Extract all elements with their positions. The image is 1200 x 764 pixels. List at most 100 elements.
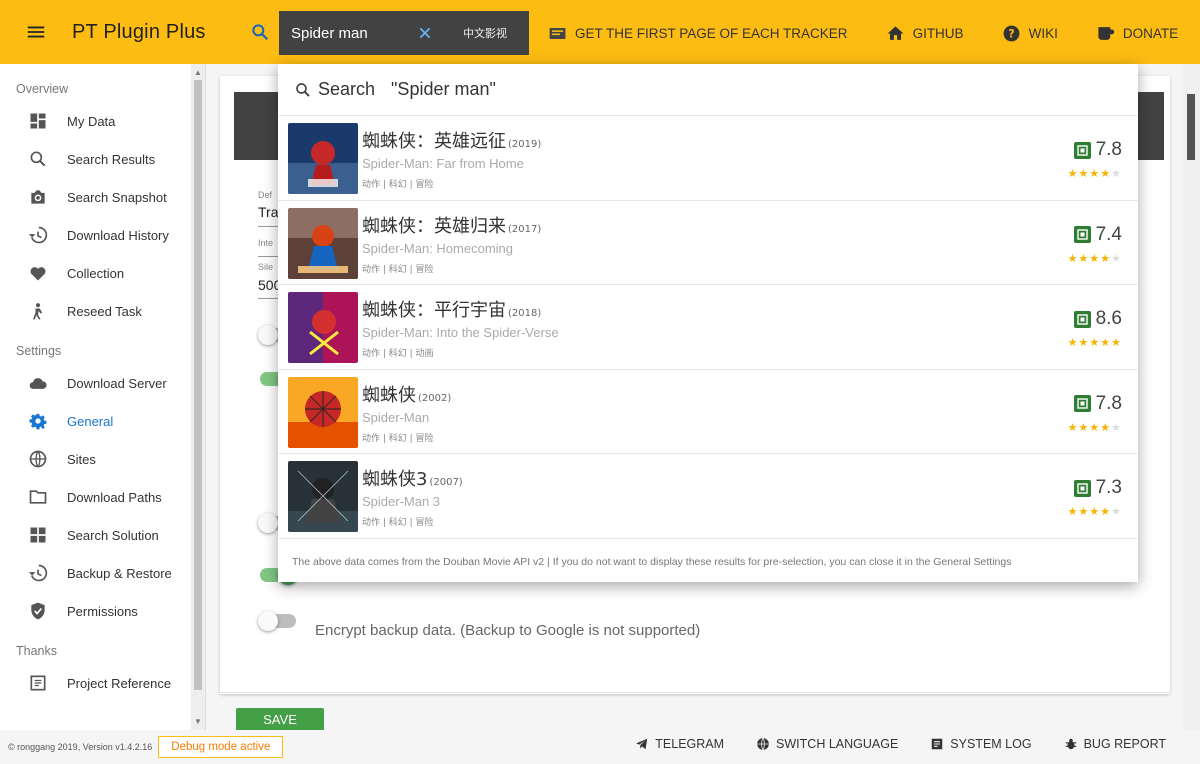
movie-suggestion-item[interactable]: 蜘蛛侠：英雄归来 (2017) Spider-Man: Homecoming 动作… [278, 201, 1138, 285]
sidebar-item-label: Download History [67, 227, 169, 243]
search-query-text: "Spider man" [391, 79, 496, 99]
star-filled-icon: ★ [1100, 506, 1112, 518]
sidebar-item-label: Collection [67, 265, 125, 281]
close-icon[interactable] [415, 23, 435, 43]
sidebar-item-reseed-task[interactable]: Reseed Task [0, 292, 205, 330]
save-button[interactable]: SAVE [236, 708, 324, 730]
nav-label: GITHUB [912, 25, 964, 41]
globe-icon [29, 450, 47, 468]
person-icon [33, 303, 43, 320]
bug-report-button[interactable]: BUG REPORT [1064, 737, 1166, 751]
app-title: PT Plugin Plus [72, 20, 206, 43]
sidebar-item-general[interactable]: General [0, 402, 205, 440]
star-filled-icon: ★ [1089, 421, 1101, 434]
rating-stars: ★★★★★ [1068, 167, 1122, 180]
movie-title: 蜘蛛侠：平行宇宙 (2018) [362, 300, 542, 321]
scrollbar-thumb[interactable] [1187, 94, 1195, 160]
sidebar-item-search-snapshot[interactable]: Search Snapshot [0, 178, 205, 216]
star-filled-icon: ★ [1100, 252, 1112, 265]
search-suggestions-dropdown: Search "Spider man" 蜘蛛侠：英雄远征 (2019) Spide… [278, 64, 1138, 582]
star-filled-icon: ★ [1067, 252, 1079, 265]
sidebar-scrollbar[interactable]: ▲ ▼ [191, 64, 205, 730]
rss-feed-icon [549, 27, 566, 39]
sidebar-item-permissions[interactable]: Permissions [0, 592, 205, 630]
rating-stars: ★★★★★ [1068, 336, 1122, 349]
star-empty-icon: ★ [1111, 506, 1122, 518]
encrypt-backup-switch[interactable] [258, 611, 296, 631]
main-scrollbar[interactable] [1182, 64, 1200, 730]
movie-suggestion-item[interactable]: 蜘蛛侠 (2002) Spider-Man 动作 | 科幻 | 冒险 7.8 ★★… [278, 370, 1138, 454]
scrollbar-thumb[interactable] [194, 80, 202, 690]
search-input[interactable] [291, 24, 403, 42]
github-button[interactable]: GITHUB [886, 24, 964, 43]
help-icon: ? [1003, 25, 1019, 41]
get-first-page-button[interactable]: GET THE FIRST PAGE OF EACH TRACKER [548, 24, 848, 43]
app-toolbar: PT Plugin Plus 中文影视 GET THE FIRST PAGE O… [0, 0, 1200, 64]
field-label: Sile [258, 262, 274, 272]
movie-suggestion-item[interactable]: 蜘蛛侠3 (2007) Spider-Man 3 动作 | 科幻 | 冒险 7.3… [278, 454, 1138, 539]
star-filled-icon: ★ [1078, 168, 1090, 180]
heart-icon [30, 267, 46, 281]
star-filled-icon: ★ [1100, 337, 1112, 349]
footer-links: TELEGRAM SWITCH LANGUAGE SYSTEM LOG BUG … [603, 737, 1166, 751]
movie-suggestion-item[interactable]: 蜘蛛侠：英雄远征 (2019) Spider-Man: Far from Home… [278, 116, 1138, 201]
footer: © ronggang 2019, Version v1.4.2.16 Debug… [0, 730, 1200, 764]
telegram-link[interactable]: TELEGRAM [635, 737, 724, 751]
sidebar-item-search-solution[interactable]: Search Solution [0, 516, 205, 554]
default-tab-select[interactable]: Tra [258, 204, 278, 220]
search-box: 中文影视 [279, 11, 529, 55]
sidebar-item-label: Download Paths [67, 489, 162, 505]
star-filled-icon: ★ [1100, 168, 1112, 180]
movie-suggestion-item[interactable]: 蜘蛛侠：平行宇宙 (2018) Spider-Man: Into the Spid… [278, 285, 1138, 370]
search-icon[interactable] [250, 22, 270, 42]
sidebar-item-search-results[interactable]: Search Results [0, 140, 205, 178]
sidebar-item-label: My Data [67, 113, 116, 129]
card-divider [220, 692, 1170, 693]
star-filled-icon: ★ [1089, 337, 1101, 349]
sidebar-section-title: Thanks [16, 644, 57, 658]
sidebar-item-download-history[interactable]: Download History [0, 216, 205, 254]
svg-text:?: ? [1008, 27, 1014, 40]
sidebar: Overview My Data Search Results Search S… [0, 64, 206, 730]
sidebar-item-download-server[interactable]: Download Server [0, 364, 205, 402]
search-query-option[interactable]: Search "Spider man" [278, 64, 1138, 116]
sidebar-item-download-paths[interactable]: Download Paths [0, 478, 205, 516]
sidebar-item-label: Project Reference [67, 675, 172, 691]
search-scope-button[interactable]: 中文影视 [463, 25, 507, 41]
scroll-up-icon[interactable]: ▲ [194, 68, 202, 77]
sidebar-item-my-data[interactable]: My Data [0, 102, 205, 140]
star-filled-icon: ★ [1067, 337, 1079, 349]
rating-stars: ★★★★★ [1068, 421, 1122, 434]
sidebar-item-backup-restore[interactable]: Backup & Restore [0, 554, 205, 592]
star-filled-icon: ★ [1078, 252, 1090, 265]
movie-poster [288, 461, 358, 532]
sidebar-item-project-reference[interactable]: Project Reference [0, 664, 205, 702]
movie-original-title: Spider-Man [362, 409, 430, 425]
movie-title: 蜘蛛侠 (2002) [362, 384, 452, 406]
douban-icon [1073, 226, 1091, 243]
debug-mode-badge[interactable]: Debug mode active [158, 736, 284, 758]
movie-rating: 7.8 [1073, 139, 1122, 161]
footer-link-label: BUG REPORT [1083, 737, 1166, 751]
switch-language-button[interactable]: SWITCH LANGUAGE [756, 737, 898, 751]
scroll-down-icon[interactable]: ▼ [194, 717, 202, 726]
language-icon [757, 737, 769, 751]
star-filled-icon: ★ [1067, 168, 1079, 180]
grid-icon [30, 527, 46, 543]
donate-button[interactable]: DONATE [1096, 24, 1178, 43]
movie-rating: 7.8 [1073, 393, 1122, 415]
history-icon [28, 226, 48, 244]
wiki-button[interactable]: ? WIKI [1002, 24, 1058, 43]
sidebar-item-collection[interactable]: Collection [0, 254, 205, 292]
star-empty-icon: ★ [1111, 252, 1122, 265]
search-icon [296, 82, 310, 97]
sidebar-item-sites[interactable]: Sites [0, 440, 205, 478]
star-filled-icon: ★ [1067, 506, 1079, 518]
movie-original-title: Spider-Man 3 [362, 494, 441, 509]
movie-title: 蜘蛛侠：英雄远征 (2019) [362, 131, 542, 152]
menu-icon[interactable] [14, 10, 58, 54]
douban-icon [1073, 141, 1091, 159]
system-log-button[interactable]: SYSTEM LOG [930, 737, 1032, 751]
star-filled-icon: ★ [1111, 337, 1122, 349]
movie-genres: 动作 | 科幻 | 冒险 [362, 264, 434, 275]
